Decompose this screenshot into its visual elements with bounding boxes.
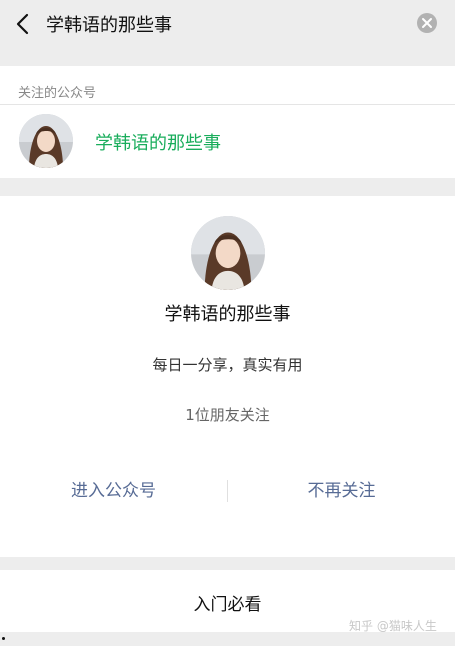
close-circle-icon[interactable] <box>416 12 438 34</box>
profile-name: 学韩语的那些事 <box>164 304 291 325</box>
friends-following-count: 1位朋友关注 <box>185 406 270 424</box>
unfollow-button[interactable]: 不再关注 <box>228 476 455 506</box>
section-label: 关注的公众号 <box>18 86 97 101</box>
header-title: 学韩语的那些事 <box>46 15 172 36</box>
bottom-title[interactable]: 入门必看 <box>0 590 455 615</box>
profile-card: 学韩语的那些事 每日一分享，真实有用 1位朋友关注 进入公众号 不再关注 <box>0 196 455 557</box>
avatar[interactable] <box>19 114 73 168</box>
account-name-link[interactable]: 学韩语的那些事 <box>95 129 221 155</box>
profile-description: 每日一分享，真实有用 <box>152 356 303 374</box>
avatar-image <box>19 114 73 168</box>
dot <box>2 637 5 640</box>
profile-avatar <box>191 216 265 290</box>
avatar-image <box>191 216 265 290</box>
top-bar: 学韩语的那些事 <box>0 0 455 48</box>
followed-accounts-section: 关注的公众号 学韩语的那些事 <box>0 66 455 178</box>
divider <box>0 104 455 105</box>
enter-account-button[interactable]: 进入公众号 <box>0 476 227 506</box>
watermark: 知乎 @猫味人生 <box>349 619 437 633</box>
chevron-left-icon[interactable] <box>14 12 32 36</box>
